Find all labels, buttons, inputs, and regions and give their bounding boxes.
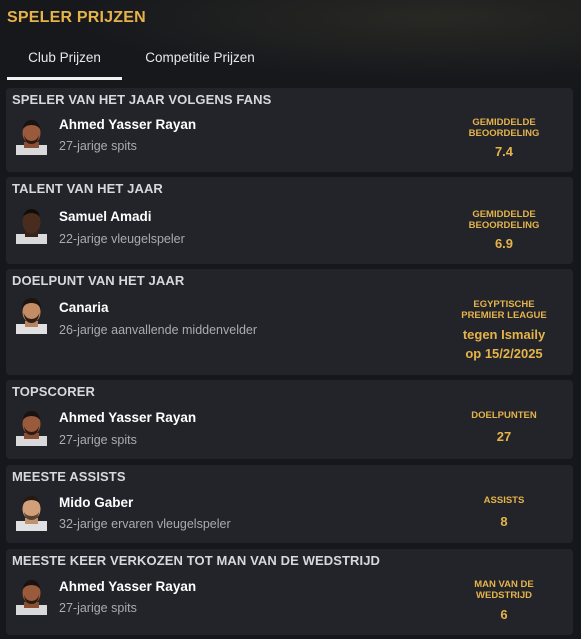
award-tabs: Club Prijzen Competitie Prijzen (7, 42, 581, 82)
award-stat: GEMIDDELDE BEOORDELING 6.9 (439, 209, 569, 251)
stat-label: MAN VAN DE (474, 579, 534, 590)
award-card-fans-player[interactable]: SPELER VAN HET JAAR VOLGENS FANS Ahmed Y… (6, 88, 573, 172)
stat-value: 27 (496, 429, 512, 444)
award-card-talent[interactable]: TALENT VAN HET JAAR Samuel Amadi 22-jari… (6, 177, 573, 264)
award-stat: DOELPUNTEN 27 (439, 410, 569, 444)
stat-value: 6 (500, 607, 508, 622)
player-avatar (16, 206, 47, 244)
stat-label: BEOORDELING (468, 128, 540, 139)
player-description: 27-jarige spits (59, 601, 137, 615)
stat-value-opponent: tegen Ismaily (462, 327, 546, 342)
stat-label: GEMIDDELDE (472, 209, 536, 220)
player-avatar (16, 296, 47, 334)
player-avatar (16, 493, 47, 531)
player-name[interactable]: Canaria (59, 300, 109, 315)
page-title: SPELER PRIJZEN (7, 9, 146, 26)
player-name[interactable]: Mido Gaber (59, 495, 133, 510)
award-stat: EGYPTISCHE PREMIER LEAGUE tegen Ismaily … (439, 299, 569, 363)
award-card-goal[interactable]: DOELPUNT VAN HET JAAR Canaria 26-jarige … (6, 269, 573, 375)
stat-label: GEMIDDELDE (472, 117, 536, 128)
award-title: DOELPUNT VAN HET JAAR (12, 273, 185, 288)
stat-value: 6.9 (494, 236, 514, 251)
stat-label: WEDSTRIJD (476, 590, 532, 601)
stat-label: PREMIER LEAGUE (461, 310, 547, 321)
award-title: MEESTE ASSISTS (12, 469, 126, 484)
award-title: TOPSCORER (12, 384, 96, 399)
stat-label: EGYPTISCHE (473, 299, 535, 310)
stat-value-date: op 15/2/2025 (465, 346, 543, 361)
player-avatar (16, 577, 47, 615)
player-name[interactable]: Ahmed Yasser Rayan (59, 117, 196, 132)
player-description: 32-jarige ervaren vleugelspeler (59, 517, 231, 531)
player-name[interactable]: Samuel Amadi (59, 209, 152, 224)
player-description: 22-jarige vleugelspeler (59, 232, 185, 246)
stat-value: 7.4 (494, 144, 514, 159)
award-title: SPELER VAN HET JAAR VOLGENS FANS (12, 92, 272, 107)
stat-label: ASSISTS (483, 495, 525, 506)
stat-label: DOELPUNTEN (471, 410, 537, 421)
player-name[interactable]: Ahmed Yasser Rayan (59, 410, 196, 425)
player-name[interactable]: Ahmed Yasser Rayan (59, 579, 196, 594)
tab-club-prijzen[interactable]: Club Prijzen (7, 42, 122, 80)
award-title: MEESTE KEER VERKOZEN TOT MAN VAN DE WEDS… (12, 553, 381, 568)
player-description: 26-jarige aanvallende middenvelder (59, 323, 258, 337)
award-stat: GEMIDDELDE BEOORDELING 7.4 (439, 117, 569, 159)
stat-value: 8 (500, 514, 508, 529)
award-card-man-of-the-match[interactable]: MEESTE KEER VERKOZEN TOT MAN VAN DE WEDS… (6, 549, 573, 635)
award-card-topscorer[interactable]: TOPSCORER Ahmed Yasser Rayan 27-jarige s… (6, 380, 573, 459)
player-description: 27-jarige spits (59, 433, 137, 447)
award-card-assists[interactable]: MEESTE ASSISTS Mido Gaber 32-jarige erva… (6, 465, 573, 543)
stat-label: BEOORDELING (468, 220, 540, 231)
award-stat: ASSISTS 8 (439, 495, 569, 529)
tab-competitie-prijzen[interactable]: Competitie Prijzen (135, 42, 265, 80)
player-description: 27-jarige spits (59, 139, 137, 153)
award-stat: MAN VAN DE WEDSTRIJD 6 (439, 579, 569, 622)
player-avatar (16, 117, 47, 155)
award-title: TALENT VAN HET JAAR (12, 181, 163, 196)
player-avatar (16, 408, 47, 446)
